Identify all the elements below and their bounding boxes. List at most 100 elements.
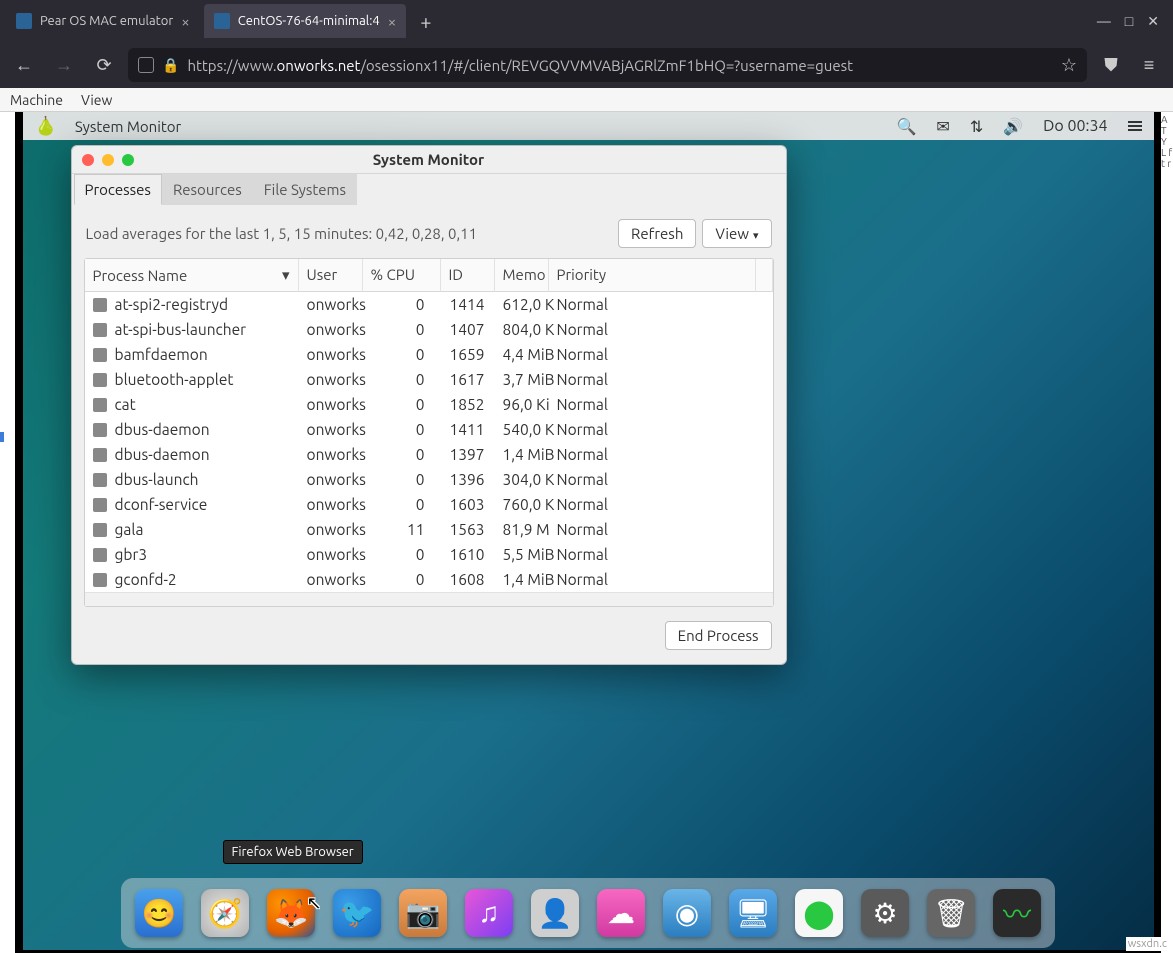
dock-toggle[interactable]: ⬤ xyxy=(795,889,843,937)
close-window-button[interactable] xyxy=(82,154,94,166)
reload-button[interactable]: ⟳ xyxy=(88,49,120,81)
dock: 😊 🧭 🦊 🐦 📷 ♫ 👤 ☁ ◉ 🖥 ⬤ ⚙ 🗑 〰 xyxy=(121,878,1055,948)
dock-trash[interactable]: 🗑 xyxy=(927,889,975,937)
pocket-icon[interactable]: ⛊ xyxy=(1095,49,1127,81)
process-name: dbus-daemon xyxy=(115,421,210,438)
process-name: at-spi-bus-launcher xyxy=(115,321,247,338)
browser-tab-1[interactable]: Pear OS MAC emulator × xyxy=(6,4,200,38)
active-app-name[interactable]: System Monitor xyxy=(75,118,181,135)
system-monitor-window[interactable]: System Monitor Processes Resources File … xyxy=(71,145,787,665)
zoom-window-button[interactable] xyxy=(122,154,134,166)
new-tab-button[interactable]: + xyxy=(410,6,441,37)
cell-id: 1563 xyxy=(441,517,495,542)
table-row[interactable]: gbr3onworks016105,5 MiBNormal xyxy=(85,542,773,567)
mail-icon[interactable]: ✉ xyxy=(936,117,949,136)
table-row[interactable]: bamfdaemononworks016594,4 MiBNormal xyxy=(85,342,773,367)
window-titlebar[interactable]: System Monitor xyxy=(72,146,786,174)
process-icon xyxy=(93,473,107,487)
hamburger-menu-icon[interactable]: ≡ xyxy=(1133,49,1165,81)
cell-priority: Normal xyxy=(549,567,773,592)
dock-finder[interactable]: 😊 xyxy=(135,889,183,937)
process-name: dbus-launch xyxy=(115,471,199,488)
menu-list-icon[interactable] xyxy=(1128,121,1142,131)
dock-itunes[interactable]: ♫ xyxy=(465,889,513,937)
table-row[interactable]: catonworks0185296,0 KiNormal xyxy=(85,392,773,417)
cell-memory: 1,4 MiB xyxy=(495,442,549,467)
pear-logo-icon[interactable]: 🍐 xyxy=(35,116,57,137)
table-row[interactable]: dbus-launchonworks01396304,0 KNormal xyxy=(85,467,773,492)
table-row[interactable]: galaonworks11156381,9 MNormal xyxy=(85,517,773,542)
horizontal-scrollbar[interactable] xyxy=(85,592,773,606)
chevron-down-icon: ▾ xyxy=(753,230,759,242)
browser-tab-2[interactable]: CentOS-76-64-minimal:4 × xyxy=(204,4,407,38)
refresh-button[interactable]: Refresh xyxy=(618,219,696,248)
scrollbar-track[interactable] xyxy=(755,259,773,292)
dock-contacts[interactable]: 👤 xyxy=(531,889,579,937)
cell-user: onworks xyxy=(299,542,363,567)
cell-memory: 760,0 K xyxy=(495,492,549,517)
url-text: https://www.onworks.net/osessionx11/#/cl… xyxy=(187,57,1052,74)
col-id[interactable]: ID xyxy=(441,259,495,292)
dock-thunderbird[interactable]: 🐦 xyxy=(333,889,381,937)
cell-memory: 5,5 MiB xyxy=(495,542,549,567)
dock-cydia[interactable]: ◉ xyxy=(663,889,711,937)
menu-machine[interactable]: Machine xyxy=(10,92,63,108)
cell-memory: 540,0 K xyxy=(495,417,549,442)
table-row[interactable]: gconfd-2onworks016081,4 MiBNormal xyxy=(85,567,773,592)
bookmark-star-icon[interactable]: ☆ xyxy=(1061,55,1077,76)
url-bar[interactable]: 🔒 https://www.onworks.net/osessionx11/#/… xyxy=(128,48,1087,82)
table-row[interactable]: dbus-daemononworks013971,4 MiBNormal xyxy=(85,442,773,467)
process-icon xyxy=(93,348,107,362)
tab-title: Pear OS MAC emulator xyxy=(40,14,173,28)
vm-desktop[interactable]: 🍐 System Monitor 🔍 ✉ ⇅ 🔊 Do 00:34 System… xyxy=(23,112,1154,950)
volume-icon[interactable]: 🔊 xyxy=(1003,117,1023,136)
minimize-window-button[interactable] xyxy=(102,154,114,166)
table-row[interactable]: dbus-daemononworks01411540,0 KNormal xyxy=(85,417,773,442)
col-user[interactable]: User xyxy=(299,259,363,292)
dock-cloud[interactable]: ☁ xyxy=(597,889,645,937)
dock-system-monitor[interactable]: 〰 xyxy=(993,889,1041,937)
tab-favicon-icon xyxy=(214,13,230,29)
forward-button[interactable]: → xyxy=(48,49,80,81)
search-icon[interactable]: 🔍 xyxy=(896,117,916,136)
tab-filesystems[interactable]: File Systems xyxy=(253,174,357,205)
tab-close-icon[interactable]: × xyxy=(181,13,189,30)
clock-text[interactable]: Do 00:34 xyxy=(1043,117,1107,135)
cell-cpu: 0 xyxy=(363,417,441,442)
col-cpu[interactable]: % CPU xyxy=(363,259,441,292)
cell-cpu: 11 xyxy=(363,517,441,542)
dock-screenshot[interactable]: 📷 xyxy=(399,889,447,937)
cell-memory: 96,0 Ki xyxy=(495,392,549,417)
dock-display[interactable]: 🖥 xyxy=(729,889,777,937)
cell-priority: Normal xyxy=(549,467,773,492)
maximize-button[interactable]: □ xyxy=(1125,13,1133,30)
page-side-text: A T Y L f t r xyxy=(1161,112,1173,953)
sort-chevron-icon: ▾ xyxy=(282,266,290,284)
table-row[interactable]: dconf-serviceonworks01603760,0 KNormal xyxy=(85,492,773,517)
menu-view[interactable]: View xyxy=(81,92,112,108)
process-icon xyxy=(93,398,107,412)
table-row[interactable]: at-spi-bus-launcheronworks01407804,0 KNo… xyxy=(85,317,773,342)
tab-resources[interactable]: Resources xyxy=(162,174,253,205)
col-memory[interactable]: Memo xyxy=(495,259,549,292)
lock-icon[interactable]: 🔒 xyxy=(162,57,179,74)
back-button[interactable]: ← xyxy=(8,49,40,81)
cell-id: 1414 xyxy=(441,292,495,317)
table-row[interactable]: bluetooth-appletonworks016173,7 MiBNorma… xyxy=(85,367,773,392)
vm-stage: 🍐 System Monitor 🔍 ✉ ⇅ 🔊 Do 00:34 System… xyxy=(0,112,1173,953)
close-button[interactable]: ✕ xyxy=(1147,13,1159,30)
tab-close-icon[interactable]: × xyxy=(388,13,396,30)
minimize-button[interactable]: — xyxy=(1097,13,1111,30)
process-name: dconf-service xyxy=(115,496,208,513)
col-priority[interactable]: Priority xyxy=(549,259,755,292)
dock-settings[interactable]: ⚙ xyxy=(861,889,909,937)
view-dropdown[interactable]: View▾ xyxy=(702,219,771,248)
shield-icon[interactable] xyxy=(138,57,154,73)
table-row[interactable]: at-spi2-registrydonworks01414612,0 KNorm… xyxy=(85,292,773,317)
tab-processes[interactable]: Processes xyxy=(74,174,162,205)
dock-safari[interactable]: 🧭 xyxy=(201,889,249,937)
cell-cpu: 0 xyxy=(363,367,441,392)
network-icon[interactable]: ⇅ xyxy=(970,117,983,136)
col-process-name[interactable]: Process Name▾ xyxy=(85,259,299,292)
end-process-button[interactable]: End Process xyxy=(665,621,772,650)
